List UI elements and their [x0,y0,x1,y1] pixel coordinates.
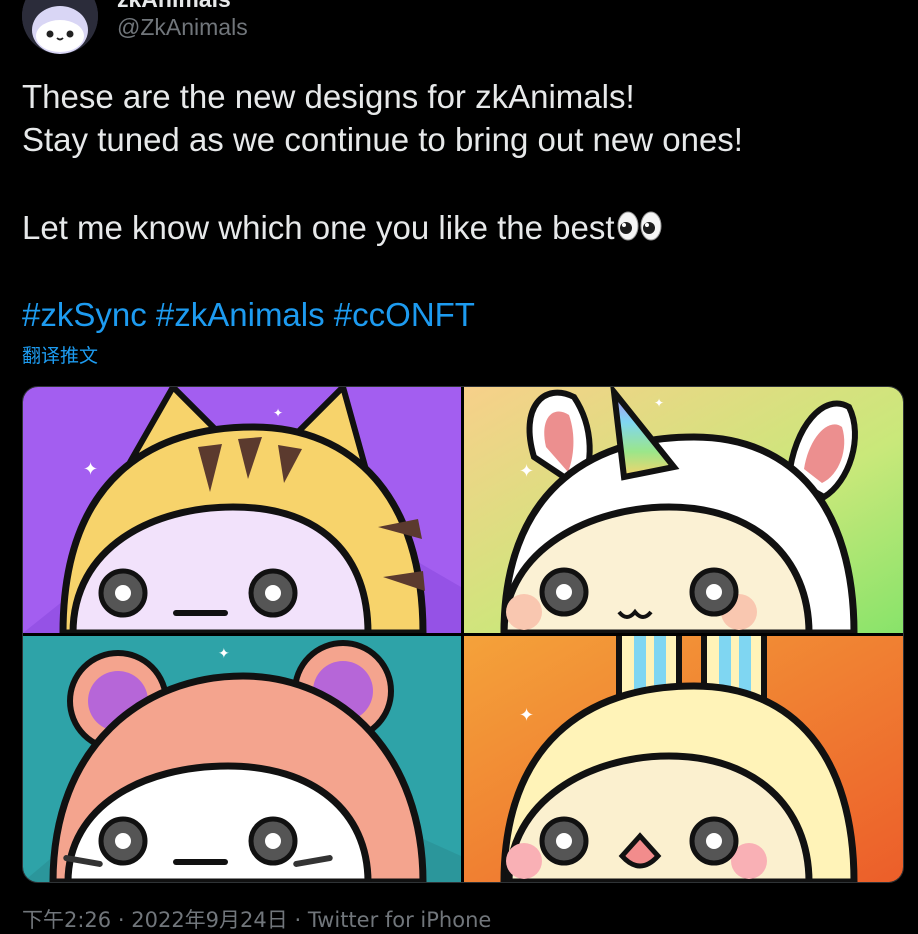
media-image-unicorn[interactable]: ✦ ✦ [464,387,903,633]
avatar-image [22,0,98,54]
avatar[interactable] [22,0,98,54]
tweet-line-3: Let me know which one you like the best [22,206,902,252]
svg-text:✦: ✦ [519,461,534,482]
svg-text:✦: ✦ [273,406,283,420]
tweet-meta: 下午2:26 · 2022年9月24日 · Twitter for iPhone [22,904,491,934]
hashtag-cconft[interactable]: #ccONFT [334,296,475,333]
tweet-text: These are the new designs for zkAnimals!… [22,75,902,252]
media-grid: ✦ ✦ ✦ ✦ ✦ ✦ [22,386,904,883]
display-name[interactable]: zkAnimals [117,0,231,13]
tweet-line-3-text: Let me know which one you like the best [22,209,615,246]
svg-text:✦: ✦ [83,459,98,480]
handle[interactable]: @ZkAnimals [117,14,248,41]
meta-separator: · [294,908,302,932]
svg-text:✦: ✦ [218,646,230,662]
hashtags: #zkSync #zkAnimals #ccONFT [22,293,475,336]
media-image-bear[interactable]: ✦ [23,636,461,882]
meta-separator: · [117,908,125,932]
hashtag-zkanimals[interactable]: #zkAnimals [156,296,325,333]
media-image-bunny[interactable]: ✦ [464,636,903,882]
tweet-date[interactable]: 2022年9月24日 [131,908,288,932]
svg-text:✦: ✦ [519,705,534,726]
translate-tweet-link[interactable]: 翻译推文 [22,341,98,368]
tweet-line-2: Stay tuned as we continue to bring out n… [22,121,743,158]
eyes-icon [617,209,663,252]
svg-text:✦: ✦ [654,396,664,410]
hashtag-zksync[interactable]: #zkSync [22,296,147,333]
media-image-tiger[interactable]: ✦ ✦ [23,387,461,633]
more-options-icon[interactable]: ··· [874,0,900,9]
tweet-time[interactable]: 下午2:26 [22,908,111,932]
tweet-source[interactable]: Twitter for iPhone [308,908,492,932]
tweet-line-1: These are the new designs for zkAnimals! [22,78,635,115]
